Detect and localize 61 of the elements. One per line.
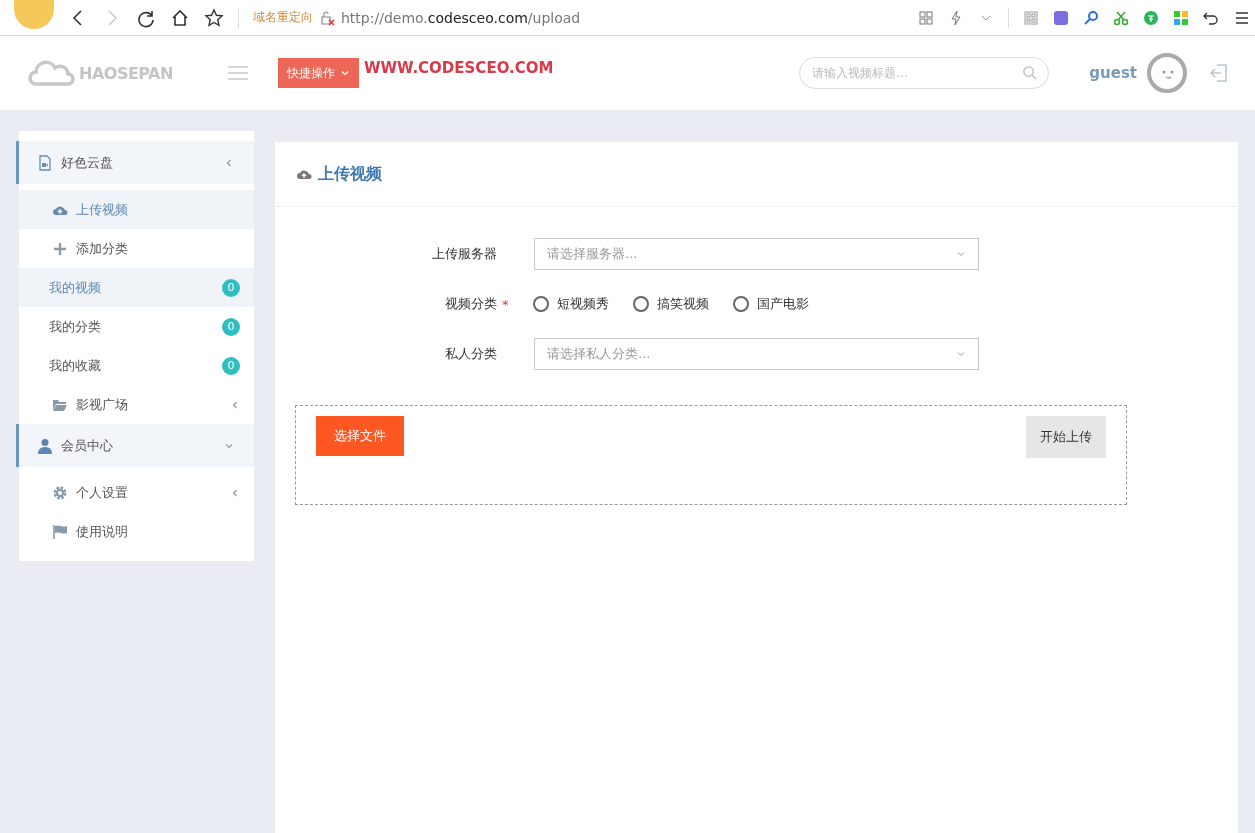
app-tile-icon[interactable] [1053,9,1069,26]
sidebar-item-label: 添加分类 [76,239,129,258]
field-label: 视频分类 [444,295,497,313]
translate-icon[interactable] [1143,9,1159,26]
count-badge: 0 [222,356,240,375]
count-badge: 0 [222,278,240,297]
sidebar-item[interactable]: 我的收藏 0 [19,346,254,385]
user-icon [37,437,53,454]
sidebar-item-label: 上传视频 [76,200,129,219]
sidebar-item[interactable]: 影视广场 [19,385,254,424]
star-icon[interactable] [204,7,224,28]
field-label: 私人分类 [444,345,497,363]
caret-icon [340,68,350,78]
search-field[interactable]: 请输入视频标题... [799,57,1050,89]
chevron-down-icon [956,249,966,259]
gear-icon [52,484,68,501]
sidebar-item-label: 影视广场 [76,395,129,414]
sidebar-group-label: 会员中心 [61,436,114,455]
screenshot-icon[interactable] [1023,9,1039,26]
field-label: 上传服务器 [431,245,497,263]
sidebar-item-label: 我的分类 [49,317,102,336]
radio-option[interactable]: 搞笑视频 [632,295,709,313]
radio-button[interactable] [632,296,649,312]
apps-grid-icon[interactable] [1173,9,1189,26]
panel-title: 上传视频 [318,163,382,185]
cloud-logo-icon [28,58,76,88]
address-bar[interactable]: http://demo.codesceo.com/upload [341,9,581,26]
chevron-down-icon [956,349,966,359]
insecure-lock-icon[interactable] [319,9,335,26]
sidebar-group[interactable]: 好色云盘 [16,141,254,184]
upload-drop-zone[interactable]: 选择文件 开始上传 [295,405,1127,505]
sidebar-item[interactable]: 我的分类 0 [19,307,254,346]
sidebar-group-label: 好色云盘 [61,153,114,172]
sidebar-item-label: 使用说明 [76,522,129,541]
menu-icon[interactable] [1233,9,1249,26]
scissors-icon[interactable] [1113,9,1129,26]
sidebar-item[interactable]: 使用说明 [19,512,254,551]
radio-button[interactable] [732,296,749,312]
sidebar-item-label: 我的视频 [49,278,102,297]
logo-text: HAOSEPAN [79,63,173,83]
start-upload-button[interactable]: 开始上传 [1026,416,1106,458]
sidebar-group[interactable]: 会员中心 [16,424,254,467]
lightning-icon[interactable] [948,9,964,26]
count-badge: 0 [222,317,240,336]
radio-option[interactable]: 国产电影 [732,295,809,313]
home-icon[interactable] [170,7,190,28]
chevron-left-icon [224,157,234,168]
sidebar-item-label: 我的收藏 [49,356,102,375]
key-icon[interactable] [1083,9,1099,26]
sidebar-item[interactable]: 添加分类 [19,229,254,268]
flag-icon [52,523,68,540]
plus-icon [52,240,68,257]
site-link[interactable]: WWW.CODESCEO.COM [364,59,554,77]
qr-code-icon[interactable] [918,9,934,26]
required-mark: * [502,296,509,312]
radio-button[interactable] [532,296,549,312]
avatar-icon[interactable] [1147,53,1187,93]
sidebar-item-label: 个人设置 [76,483,129,502]
radio-option[interactable]: 短视频秀 [532,295,609,313]
sidebar-item[interactable]: 个人设置 [19,473,254,512]
video-file-icon [37,154,53,171]
